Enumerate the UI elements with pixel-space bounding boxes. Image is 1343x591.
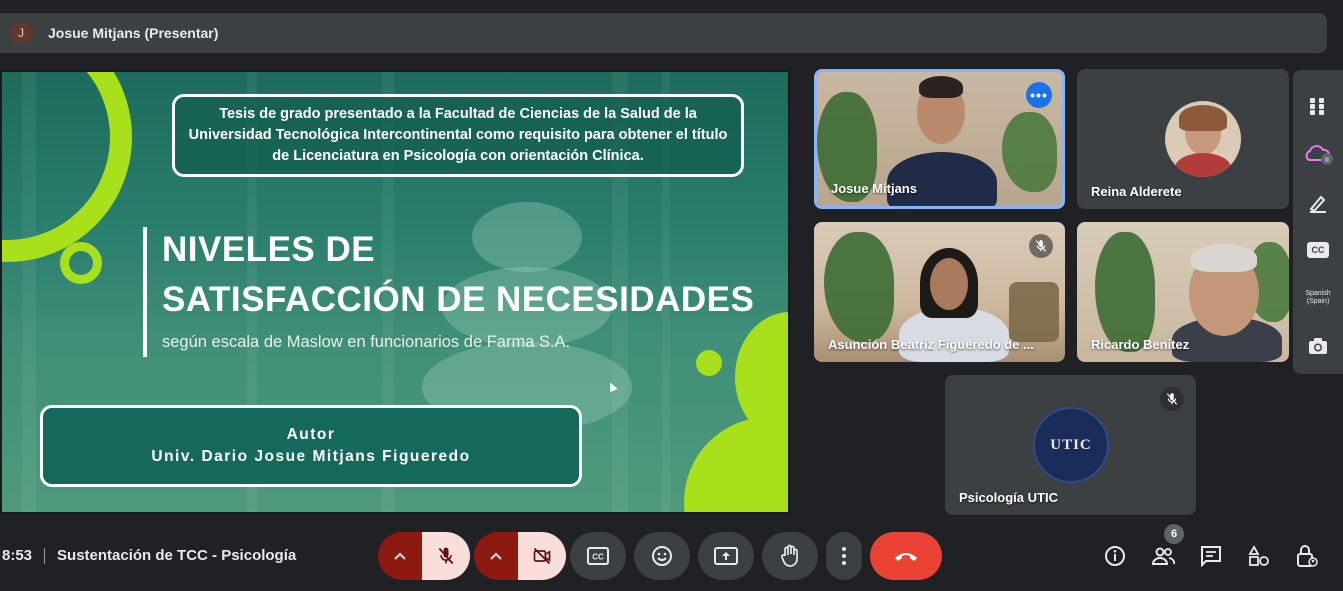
hand-icon (781, 544, 798, 567)
bottom-control-bar: 8:53 Sustentación de TCC - Psicología CC (0, 520, 1343, 591)
decor-ring-small (60, 242, 102, 284)
camera-control (474, 532, 566, 580)
info-icon (1105, 546, 1125, 566)
svg-text:II: II (1325, 157, 1329, 164)
end-call-button[interactable] (870, 532, 942, 580)
participant-tile[interactable]: Ricardo Benitez (1077, 222, 1289, 362)
presenter-label: Josue Mitjans (Presentar) (48, 25, 219, 41)
mic-options-button[interactable] (378, 532, 422, 580)
decor-circle (684, 417, 788, 512)
participant-tile[interactable]: UTIC Psicología UTIC (945, 375, 1196, 515)
camera-toggle-button[interactable] (518, 532, 566, 580)
shelf-decoration (1009, 282, 1059, 342)
participant-name: Ricardo Benitez (1091, 337, 1190, 352)
host-controls-button[interactable] (1293, 542, 1321, 570)
reactions-button[interactable] (634, 532, 690, 580)
side-panel: II CC Spanish (Spain) (1293, 70, 1343, 374)
captions-icon: CC (587, 547, 609, 565)
utic-logo-text: UTIC (1050, 436, 1092, 453)
meeting-title: Sustentación de TCC - Psicología (57, 547, 297, 564)
mic-toggle-button[interactable] (422, 532, 470, 580)
people-count-badge: 6 (1164, 524, 1184, 544)
meeting-info: 8:53 Sustentación de TCC - Psicología (2, 547, 296, 564)
lock-person-icon (1297, 545, 1318, 567)
decor-dot (696, 350, 722, 376)
avatar: J (10, 22, 32, 44)
participant-name: Josue Mitjans (831, 181, 917, 196)
cc-label: CC (1307, 242, 1329, 258)
utic-logo-icon: UTIC (1033, 407, 1109, 483)
captions-button[interactable]: CC (570, 532, 626, 580)
slide-title-line1: NIVELES DE (162, 230, 376, 269)
participant-hair (1191, 244, 1257, 272)
apps-grid-icon[interactable] (1298, 82, 1338, 130)
mic-off-icon (438, 547, 454, 565)
present-button[interactable] (698, 532, 754, 580)
participant-name: Reina Alderete (1091, 184, 1182, 199)
language-label[interactable]: Spanish (Spain) (1298, 274, 1338, 322)
shapes-icon (1248, 545, 1269, 566)
shared-presentation: Tesis de grado presentado a la Facultad … (0, 70, 790, 514)
author-name: Univ. Dario Josue Mitjans Figueredo (151, 448, 471, 465)
author-label: Autor (286, 426, 336, 443)
people-button[interactable] (1149, 542, 1177, 570)
thesis-box: Tesis de grado presentado a la Facultad … (172, 94, 744, 177)
slide-title-line2: SATISFACCIÓN DE NECESIDADES (162, 280, 755, 319)
muted-mic-icon (1029, 234, 1053, 258)
avatar-hair (1179, 105, 1227, 131)
decor-ring (2, 72, 132, 262)
participant-name: Psicología UTIC (959, 490, 1058, 505)
slide-subtitle: según escala de Maslow en funcionarios d… (162, 333, 571, 351)
closed-captions-icon[interactable]: CC (1298, 226, 1338, 274)
weather-cloud-icon[interactable]: II (1298, 130, 1338, 178)
participant-tile[interactable]: Reina Alderete (1077, 69, 1289, 209)
camera-icon[interactable] (1298, 322, 1338, 370)
raise-hand-button[interactable] (762, 532, 818, 580)
participant-hair (919, 76, 963, 98)
emoji-icon (652, 546, 672, 566)
chat-icon (1201, 546, 1221, 567)
people-icon (1151, 547, 1175, 565)
divider (44, 547, 46, 564)
language-text: Spanish (Spain) (1305, 290, 1331, 305)
svg-text:CC: CC (592, 553, 604, 562)
presenter-bar: J Josue Mitjans (Presentar) (0, 13, 1327, 53)
phone-hangup-icon (895, 553, 917, 561)
present-screen-icon (714, 547, 738, 565)
more-vert-icon (842, 547, 846, 565)
camera-off-icon (533, 547, 551, 565)
avatar-body (1175, 153, 1231, 177)
highlighter-icon[interactable] (1298, 178, 1338, 226)
meeting-time: 8:53 (2, 547, 33, 564)
participant-face (930, 258, 968, 310)
participant-avatar (1165, 101, 1241, 177)
stone-decoration (472, 202, 582, 272)
more-options-button[interactable]: ••• (1026, 82, 1052, 108)
chat-button[interactable] (1197, 542, 1225, 570)
muted-mic-icon (1160, 387, 1184, 411)
camera-options-button[interactable] (474, 532, 518, 580)
mic-control (378, 532, 470, 580)
thesis-text: Tesis de grado presentado a la Facultad … (188, 106, 728, 164)
participant-name: Asunción Beatriz Figueredo de ... (828, 337, 1034, 352)
meeting-details-button[interactable] (1101, 542, 1129, 570)
author-box: Autor Univ. Dario Josue Mitjans Figuered… (40, 405, 582, 487)
activities-button[interactable] (1245, 542, 1273, 570)
title-divider (143, 227, 147, 357)
more-options-button[interactable] (826, 532, 862, 580)
meet-window: J Josue Mitjans (Presentar) Tesis de gra… (0, 0, 1343, 591)
participant-tile[interactable]: ••• Josue Mitjans (814, 69, 1065, 209)
participant-tile[interactable]: Asunción Beatriz Figueredo de ... (814, 222, 1065, 362)
